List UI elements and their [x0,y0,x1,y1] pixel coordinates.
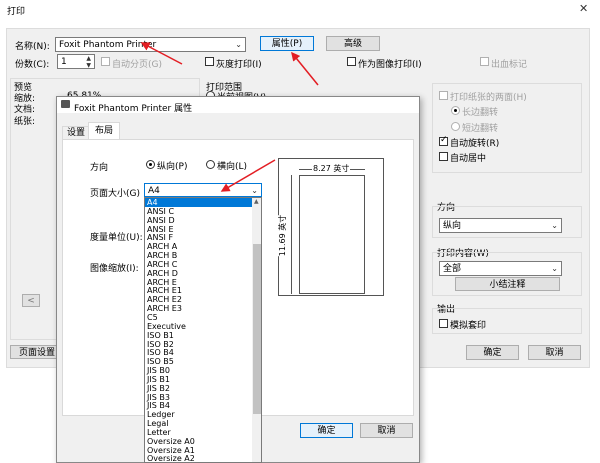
list-item[interactable]: Executive [145,322,252,331]
portrait-label: 纵向(P) [157,162,188,172]
list-item[interactable]: C5 [145,313,252,322]
bleed-mark-label: 出血标记 [491,60,528,70]
list-item[interactable]: ANSI D [145,216,252,225]
portrait-radio[interactable] [146,160,155,169]
paper-size-select[interactable]: A4 ⌄ [144,183,262,197]
height-label: 11.69 英寸 [277,214,289,257]
short-edge-label: 短边翻转 [462,124,499,134]
close-icon[interactable]: ✕ [579,2,588,15]
list-item[interactable]: ARCH E3 [145,304,252,313]
list-item[interactable]: Oversize A1 [145,446,252,455]
grayscale-label: 灰度打印(I) [216,60,262,70]
list-item[interactable]: ARCH E1 [145,286,252,296]
list-scrollbar[interactable]: ▲ [252,198,261,462]
copies-input[interactable]: 1 ▲ ▼ [57,54,95,69]
list-item[interactable]: ANSI F [145,233,252,242]
auto-pages-label: 自动分页(G) [112,60,162,70]
page-preview-sheet [299,175,365,294]
printer-select[interactable]: Foxit Phantom Printer ⌄ [55,37,246,52]
list-item[interactable]: JIS B2 [145,384,252,393]
auto-center-checkbox[interactable] [439,152,448,161]
landscape-label: 横向(L) [217,162,248,172]
prev-page-button[interactable]: < [22,294,40,307]
simulate-overprint-checkbox[interactable] [439,319,448,328]
height-dimension-line [291,175,292,294]
as-image-label: 作为图像打印(I) [358,60,422,70]
dialog-title: 打印 [7,7,26,17]
scroll-up-icon[interactable]: ▲ [254,198,259,205]
list-item[interactable]: A4 [145,198,252,207]
auto-rotate-label: 自动旋转(R) [450,139,500,149]
tab-layout[interactable]: 布局 [88,122,120,140]
list-item[interactable]: Legal [145,419,252,428]
cancel-button[interactable]: 取消 [528,345,581,360]
paper-size-list[interactable]: A4 ANSI C ANSI D ANSI E ANSI F ARCH A ARCH B AR… [144,197,262,463]
long-edge-radio[interactable] [451,106,460,115]
paper-label: 纸张: [14,117,36,127]
properties-cancel-button[interactable]: 取消 [360,423,413,438]
list-item[interactable]: JIS B3 [145,393,252,402]
list-item[interactable]: ANSI E [145,225,252,234]
auto-pages-checkbox[interactable] [101,57,110,66]
chevron-down-icon: ⌄ [551,221,558,230]
printer-icon [61,100,70,108]
orientation-label: 方向 [90,163,109,173]
list-item[interactable]: JIS B1 [145,375,252,384]
chevron-down-icon: ⌄ [551,264,558,273]
landscape-radio[interactable] [206,160,215,169]
paper-size-label: 页面大小(G) [90,189,140,199]
list-item[interactable]: Ledger [145,410,252,419]
unit-label: 度量单位(U): [90,233,143,243]
advanced-button[interactable]: 高级 [326,36,380,51]
simulate-overprint-label: 模拟套印 [450,321,487,331]
list-item[interactable]: Letter [145,428,252,437]
list-item[interactable]: ARCH E [145,278,252,287]
orientation-select[interactable]: 纵向 ⌄ [439,218,562,233]
duplex-label: 打印纸张的两面(H) [450,93,527,103]
width-label: 8.27 英寸 [312,163,351,174]
chevron-down-icon: ⌄ [251,186,258,195]
orientation-value: 纵向 [443,221,462,231]
list-item[interactable]: ARCH D [145,269,252,278]
tab-settings[interactable]: 设置 [62,126,90,140]
list-item[interactable]: ARCH A [145,242,252,251]
ok-button[interactable]: 确定 [466,345,519,360]
bleed-mark-checkbox[interactable] [480,57,489,66]
printer-name-label: 名称(N): [15,42,50,52]
printer-select-value: Foxit Phantom Printer [59,40,157,50]
auto-center-label: 自动居中 [450,154,487,164]
properties-button[interactable]: 属性(P) [260,36,314,51]
list-item[interactable]: ISO B1 [145,331,252,340]
duplex-checkbox[interactable] [439,91,448,100]
properties-ok-button[interactable]: 确定 [300,423,353,438]
short-edge-radio[interactable] [451,122,460,131]
summary-annotations-button[interactable]: 小结注释 [455,277,560,291]
paper-size-options: A4 ANSI C ANSI D ANSI E ANSI F ARCH A ARCH B AR… [145,198,252,462]
copies-label: 份数(C): [15,60,50,70]
list-item[interactable]: ISO B5 [145,357,252,366]
as-image-checkbox[interactable] [347,57,356,66]
paper-size-value: A4 [148,186,160,196]
scroll-thumb[interactable] [253,244,261,414]
list-item[interactable]: Oversize A0 [145,437,252,446]
list-item[interactable]: ANSI C [145,207,252,216]
list-item[interactable]: JIS B0 [145,366,252,375]
list-item[interactable]: JIS B4 [145,401,252,410]
scale-label: 图像缩放(I): [90,264,139,274]
list-item[interactable]: ISO B2 [145,340,252,349]
print-content-select[interactable]: 全部 ⌄ [439,261,562,276]
long-edge-label: 长边翻转 [462,108,499,118]
copies-value: 1 [61,57,67,67]
chevron-down-icon: ⌄ [235,40,242,49]
spin-icon: ▲ ▼ [86,55,91,69]
list-item[interactable]: ARCH E2 [145,295,252,304]
grayscale-checkbox[interactable] [205,57,214,66]
list-item[interactable]: ARCH C [145,260,252,269]
list-item[interactable]: ISO B4 [145,348,252,357]
auto-rotate-checkbox[interactable] [439,135,448,146]
properties-title: Foxit Phantom Printer 属性 [74,104,193,114]
list-item[interactable]: ARCH B [145,251,252,260]
list-item[interactable]: Oversize A2 [145,454,252,462]
print-content-value: 全部 [443,264,462,274]
